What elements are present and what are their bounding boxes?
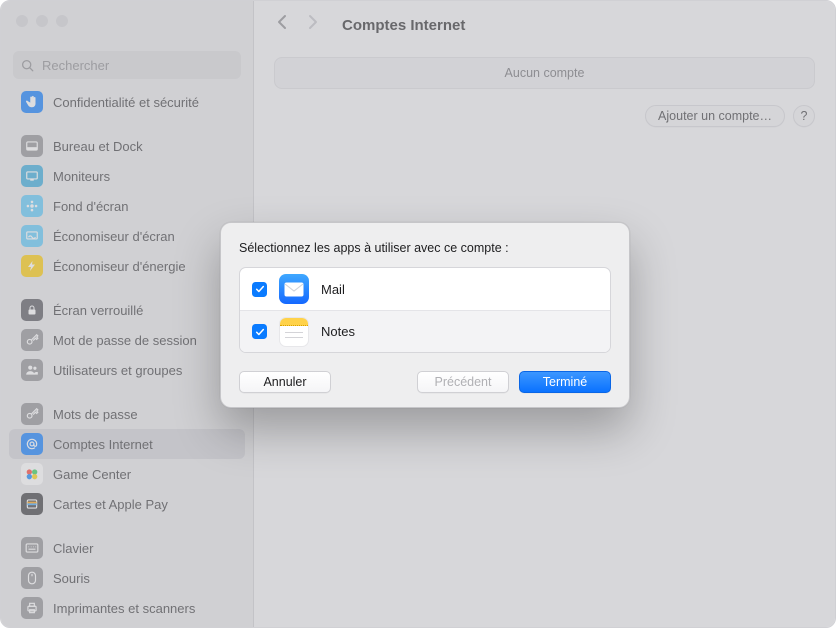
mail-app-icon <box>279 274 309 304</box>
checkbox-notes[interactable] <box>252 324 267 339</box>
app-row-notes[interactable]: Notes <box>240 310 610 352</box>
app-list: Mail Notes <box>239 267 611 353</box>
select-apps-modal: Sélectionnez les apps à utiliser avec ce… <box>220 222 630 408</box>
modal-title: Sélectionnez les apps à utiliser avec ce… <box>239 241 611 255</box>
notes-app-icon <box>279 317 309 347</box>
app-label: Mail <box>321 282 345 297</box>
checkbox-mail[interactable] <box>252 282 267 297</box>
done-button[interactable]: Terminé <box>519 371 611 393</box>
cancel-button[interactable]: Annuler <box>239 371 331 393</box>
previous-button[interactable]: Précédent <box>417 371 509 393</box>
app-row-mail[interactable]: Mail <box>240 268 610 310</box>
app-label: Notes <box>321 324 355 339</box>
